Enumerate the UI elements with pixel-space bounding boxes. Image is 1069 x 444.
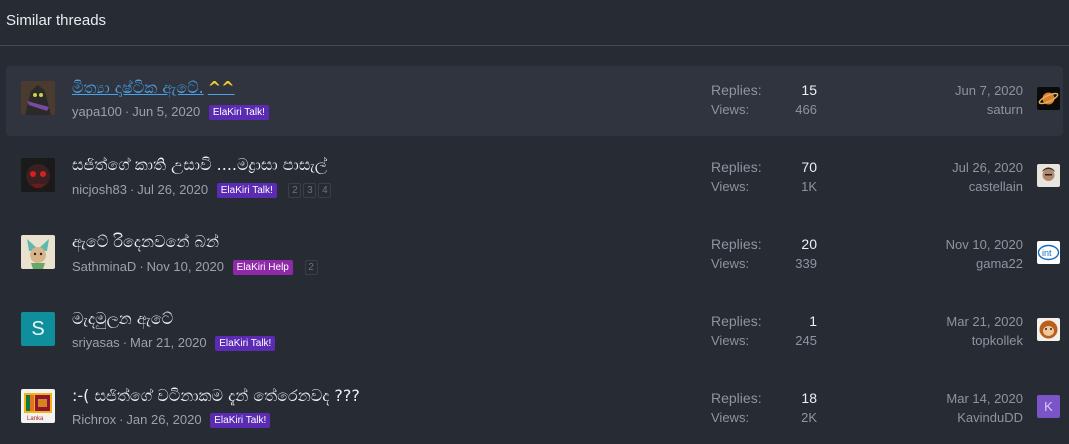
replies-count: 70 [801, 159, 817, 175]
author-link[interactable]: yapa100 [72, 104, 122, 119]
last-post: Mar 14, 2020 KavinduDD [946, 391, 1023, 425]
replies-label: Replies: [711, 313, 762, 329]
thread-stats: Replies: 1 Views: 245 [711, 313, 817, 353]
views-label: Views: [711, 410, 750, 425]
page-link[interactable]: 2 [288, 183, 302, 198]
prefix-badge[interactable]: ElaKiri Talk! [216, 183, 277, 198]
thread-row[interactable]: ඇටේ රිදෙනවනේ බන් SathminaD · Nov 10, 2020 … [6, 220, 1063, 290]
replies-count: 20 [801, 236, 817, 252]
thread-date: Nov 10, 2020 [146, 259, 224, 274]
thread-stats: Replies: 15 Views: 466 [711, 82, 817, 122]
page-link[interactable]: 4 [318, 183, 332, 198]
views-count: 2K [801, 410, 817, 425]
thread-list: මිත්‍යා දෘෂ්ටික ඇටේ. ^^ yapa100 · Jun 5, 20… [0, 46, 1069, 444]
last-post: Jun 7, 2020 saturn [955, 83, 1023, 117]
thread-row[interactable]: සජිත්ගේ කාති උසාවි ....මද්‍රාසා පාසැල් n… [6, 143, 1063, 213]
thread-title-link[interactable]: මිත්‍යා දෘෂ්ටික ඇටේ. ^^ [72, 78, 235, 98]
replies-count: 1 [809, 313, 817, 329]
thread-stats: Replies: 18 Views: 2K [711, 390, 817, 430]
views-label: Views: [711, 333, 750, 348]
last-post-user[interactable]: gama22 [946, 256, 1023, 271]
replies-label: Replies: [711, 236, 762, 252]
face-photo-avatar[interactable] [1037, 164, 1060, 187]
thread-date: Jan 26, 2020 [126, 412, 202, 427]
thread-meta: sriyasas · Mar 21, 2020 ElaKiri Talk! [72, 335, 276, 351]
prefix-badge[interactable]: ElaKiri Talk! [210, 413, 271, 428]
thread-title-link[interactable]: :-( සජිත්ගේ වටිනාකම දැන් තේරෙනවද ??? [72, 386, 360, 406]
sri-lanka-flag-avatar[interactable]: Lanka [21, 389, 55, 423]
last-post-date[interactable]: Jul 26, 2020 [952, 160, 1023, 175]
thread-stats: Replies: 20 Views: 339 [711, 236, 817, 276]
author-link[interactable]: SathminaD [72, 259, 136, 274]
thread-row[interactable]: Lanka :-( සජිත්ගේ වටිනාකම දැන් තේරෙනවද ?… [6, 374, 1063, 444]
replies-label: Replies: [711, 159, 762, 175]
monkey-face-avatar[interactable] [1037, 318, 1060, 341]
thread-row[interactable]: මිත්‍යා දෘෂ්ටික ඇටේ. ^^ yapa100 · Jun 5, 20… [6, 66, 1063, 136]
replies-label: Replies: [711, 82, 762, 98]
cartoon-character-avatar[interactable] [21, 235, 55, 269]
page-link[interactable]: 3 [303, 183, 317, 198]
page-links: 2 [304, 258, 320, 275]
thread-date: Jun 5, 2020 [132, 104, 201, 119]
replies-count: 15 [801, 82, 817, 98]
thread-row[interactable]: S මැදමුලන ඇටේ sriyasas · Mar 21, 2020 ElaK… [6, 297, 1063, 367]
views-count: 1K [801, 179, 817, 194]
saturn-planet-avatar[interactable] [1037, 87, 1060, 110]
last-post: Mar 21, 2020 topkollek [946, 314, 1023, 348]
replies-label: Replies: [711, 390, 762, 406]
letter-k-avatar[interactable]: K [1037, 395, 1060, 418]
views-count: 339 [795, 256, 817, 271]
last-post-user[interactable]: KavinduDD [946, 410, 1023, 425]
replies-count: 18 [801, 390, 817, 406]
letter-s-avatar[interactable]: S [21, 312, 55, 346]
last-post-user[interactable]: castellain [952, 179, 1023, 194]
views-label: Views: [711, 179, 750, 194]
last-post: Nov 10, 2020 gama22 [946, 237, 1023, 271]
thread-title-link[interactable]: මැදමුලන ඇටේ [72, 309, 173, 329]
thread-date: Mar 21, 2020 [130, 335, 207, 350]
thread-meta: nicjosh83 · Jul 26, 2020 ElaKiri Talk! 234 [72, 181, 333, 198]
last-post-date[interactable]: Nov 10, 2020 [946, 237, 1023, 252]
section-title: Similar threads [6, 12, 107, 29]
views-count: 245 [795, 333, 817, 348]
smile-emoji-icon: ^^ [207, 78, 235, 97]
svg-text:int: int [1042, 248, 1052, 258]
thread-meta: SathminaD · Nov 10, 2020 ElaKiri Help 2 [72, 258, 320, 275]
views-label: Views: [711, 102, 750, 117]
intel-logo-avatar[interactable]: int [1037, 241, 1060, 264]
svg-text:Lanka: Lanka [27, 416, 44, 422]
red-eyes-avatar[interactable] [21, 158, 55, 192]
thread-meta: Richrox · Jan 26, 2020 ElaKiri Talk! [72, 412, 271, 428]
prefix-badge[interactable]: ElaKiri Talk! [208, 105, 269, 120]
views-label: Views: [711, 256, 750, 271]
last-post-date[interactable]: Mar 14, 2020 [946, 391, 1023, 406]
thread-meta: yapa100 · Jun 5, 2020 ElaKiri Talk! [72, 104, 269, 120]
last-post-date[interactable]: Jun 7, 2020 [955, 83, 1023, 98]
prefix-badge[interactable]: ElaKiri Help [232, 260, 293, 275]
last-post-date[interactable]: Mar 21, 2020 [946, 314, 1023, 329]
author-link[interactable]: nicjosh83 [72, 182, 127, 197]
page-link[interactable]: 2 [304, 260, 318, 275]
thread-title-link[interactable]: සජිත්ගේ කාති උසාවි ....මද්‍රාසා පාසැල් [72, 155, 327, 175]
page-links: 234 [288, 181, 333, 198]
views-count: 466 [795, 102, 817, 117]
thread-title-link[interactable]: ඇටේ රිදෙනවනේ බන් [72, 232, 219, 252]
last-post-user[interactable]: topkollek [946, 333, 1023, 348]
last-post-user[interactable]: saturn [955, 102, 1023, 117]
author-link[interactable]: Richrox [72, 412, 116, 427]
prefix-badge[interactable]: ElaKiri Talk! [215, 336, 276, 351]
similar-threads-header: Similar threads [0, 0, 1069, 46]
dark-figure-avatar[interactable] [21, 81, 55, 115]
author-link[interactable]: sriyasas [72, 335, 120, 350]
thread-date: Jul 26, 2020 [137, 182, 209, 197]
last-post: Jul 26, 2020 castellain [952, 160, 1023, 194]
thread-stats: Replies: 70 Views: 1K [711, 159, 817, 199]
